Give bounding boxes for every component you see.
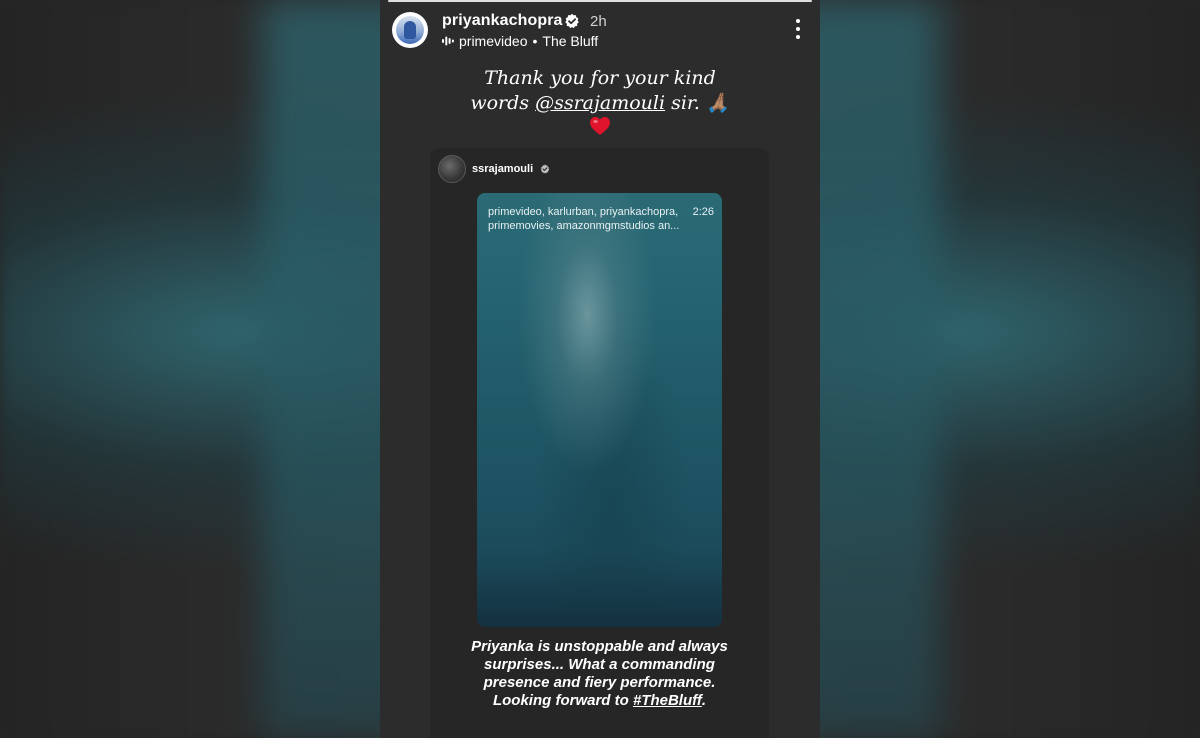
more-icon[interactable] <box>794 18 802 40</box>
quote-line-1: Priyanka is unstoppable and always <box>471 638 728 655</box>
verified-icon <box>540 164 550 174</box>
verified-icon <box>565 13 579 29</box>
reshare-quote: Priyanka is unstoppable and always surpr… <box>430 638 769 710</box>
quote-line-4: Looking forward to #TheBluff. <box>492 692 707 709</box>
embed-duration: 2:26 <box>692 206 714 218</box>
mention-link[interactable]: @ssrajamouli <box>535 92 665 114</box>
audio-title: The Bluff <box>542 33 599 49</box>
reshared-post[interactable]: ssrajamouli primevideo, karlurban, priya… <box>430 148 769 738</box>
reshare-avatar[interactable] <box>438 155 466 183</box>
story-time: 2h <box>590 13 607 30</box>
quote-line-2: surprises... What a commanding <box>484 656 715 673</box>
embed-accounts-line-1: primevideo, karlurban, priyankachopra, <box>488 206 679 218</box>
story-username[interactable]: priyankachopra <box>442 12 563 30</box>
caption-line-2: words @ssrajamouli sir. 🙏🏽 <box>470 92 730 114</box>
caption-line-1: Thank you for your kind <box>484 67 716 89</box>
audio-separator: • <box>532 33 538 49</box>
story-progress-bar <box>388 0 812 2</box>
reshare-username[interactable]: ssrajamouli <box>472 163 533 175</box>
heart-icon <box>590 117 610 135</box>
story-frame[interactable]: priyankachopra 2h primevideo • The Bluff… <box>380 0 820 738</box>
audio-icon <box>442 36 454 46</box>
hashtag-link[interactable]: #TheBluff <box>633 692 702 709</box>
embedded-video-card[interactable]: primevideo, karlurban, priyankachopra, 2… <box>477 193 722 627</box>
audio-account: primevideo <box>459 33 528 49</box>
embed-accounts-line-2: primemovies, amazonmgmstudios an... <box>488 220 680 232</box>
audio-attribution[interactable]: primevideo • The Bluff <box>442 33 598 49</box>
profile-avatar[interactable] <box>392 12 428 48</box>
story-caption: Thank you for your kind words @ssrajamou… <box>380 66 820 136</box>
story-header: priyankachopra 2h primevideo • The Bluff <box>392 12 806 50</box>
embed-accounts: primevideo, karlurban, priyankachopra, 2… <box>488 205 714 233</box>
quote-line-3: presence and fiery performance. <box>483 674 716 691</box>
